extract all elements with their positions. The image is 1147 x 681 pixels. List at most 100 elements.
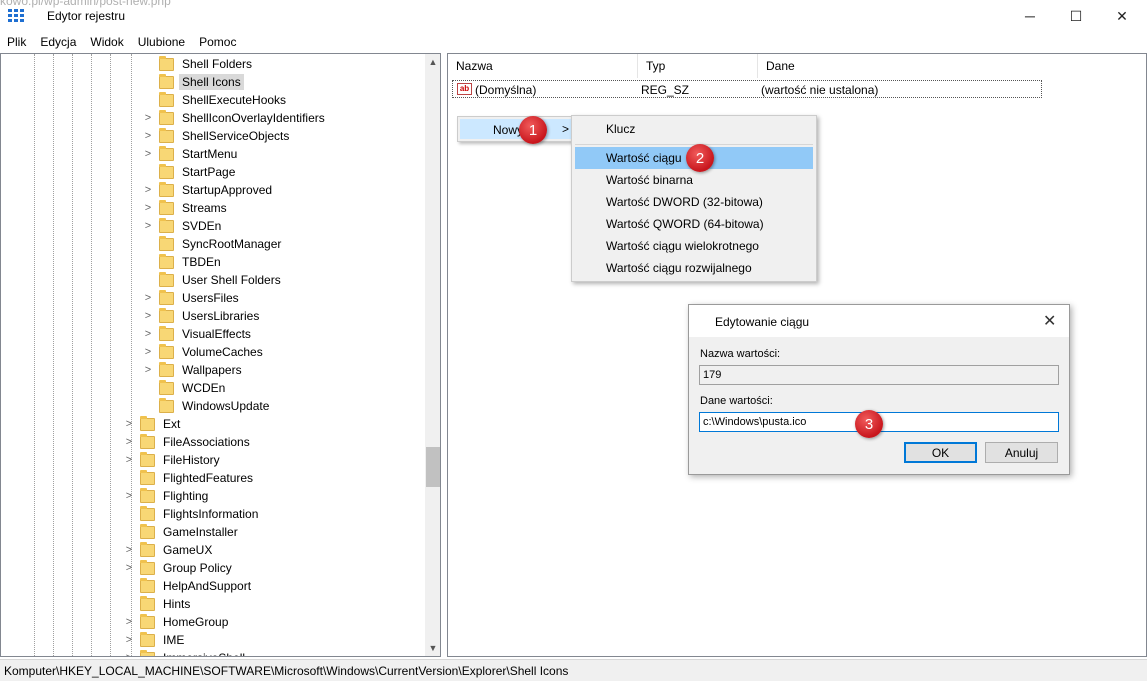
tree-node[interactable]: TBDEn xyxy=(143,253,224,271)
tree-node[interactable]: > VolumeCaches xyxy=(143,343,266,361)
expand-chevron-icon[interactable]: > xyxy=(143,148,153,160)
menu-ulubione[interactable]: Ulubione xyxy=(131,35,192,49)
expand-chevron-icon[interactable]: > xyxy=(124,544,134,556)
tree-node[interactable]: > HomeGroup xyxy=(124,613,231,631)
value-name-label: Nazwa wartości: xyxy=(700,348,781,360)
expand-chevron-icon[interactable]: > xyxy=(124,616,134,628)
folder-icon xyxy=(140,649,155,656)
folder-icon xyxy=(140,523,155,539)
folder-icon xyxy=(140,469,155,485)
tree-node[interactable]: > Flighting xyxy=(124,487,211,505)
new-submenu: Klucz Wartość ciągu Wartość binarna Wart… xyxy=(571,115,817,282)
tree-node[interactable]: User Shell Folders xyxy=(143,271,284,289)
column-header-type[interactable]: Typ xyxy=(638,54,758,78)
tree-node[interactable]: HelpAndSupport xyxy=(124,577,254,595)
value-row[interactable]: ab (Domyślna) REG_SZ (wartość nie ustalo… xyxy=(452,80,1042,98)
tree-node[interactable]: > StartupApproved xyxy=(143,181,275,199)
expand-chevron-icon[interactable]: > xyxy=(124,418,134,430)
step-badge-3: 3 xyxy=(855,410,883,438)
menu-pomoc[interactable]: Pomoc xyxy=(192,35,243,49)
submenu-item-expandable-string-value[interactable]: Wartość ciągu rozwijalnego xyxy=(575,257,813,279)
tree-node[interactable]: > StartMenu xyxy=(143,145,240,163)
cancel-button[interactable]: Anuluj xyxy=(985,442,1058,463)
tree-node[interactable]: Shell Icons xyxy=(143,73,244,91)
tree-node-label: Group Policy xyxy=(163,561,232,575)
tree-node[interactable]: FlightedFeatures xyxy=(124,469,256,487)
context-item-new[interactable]: Nowy > xyxy=(460,119,574,139)
tree-node[interactable]: GameInstaller xyxy=(124,523,241,541)
expand-chevron-icon[interactable]: > xyxy=(143,130,153,142)
tree-node[interactable]: > FileHistory xyxy=(124,451,223,469)
status-bar: Komputer\HKEY_LOCAL_MACHINE\SOFTWARE\Mic… xyxy=(0,659,1147,681)
menu-widok[interactable]: Widok xyxy=(83,35,130,49)
expand-chevron-icon[interactable]: > xyxy=(124,454,134,466)
column-header-data[interactable]: Dane xyxy=(758,54,1058,78)
tree-node-label: UsersLibraries xyxy=(182,309,260,323)
menu-plik[interactable]: Plik xyxy=(0,35,33,49)
tree-node[interactable]: > VisualEffects xyxy=(143,325,254,343)
tree-node[interactable]: > ShellIconOverlayIdentifiers xyxy=(143,109,328,127)
tree-node[interactable]: > GameUX xyxy=(124,541,215,559)
expand-chevron-icon[interactable]: > xyxy=(143,220,153,232)
tree-node[interactable]: > Ext xyxy=(124,415,183,433)
expand-chevron-icon[interactable]: > xyxy=(124,562,134,574)
expand-chevron-icon[interactable]: > xyxy=(143,112,153,124)
scroll-up-icon[interactable]: ▲ xyxy=(425,54,440,70)
expand-chevron-icon[interactable]: > xyxy=(143,346,153,358)
folder-icon xyxy=(140,505,155,521)
tree-node[interactable]: WCDEn xyxy=(143,379,228,397)
tree-node[interactable]: > UsersFiles xyxy=(143,289,242,307)
close-button[interactable]: ✕ xyxy=(1099,0,1145,32)
submenu-item-key[interactable]: Klucz xyxy=(575,118,813,140)
tree-node[interactable]: SyncRootManager xyxy=(143,235,284,253)
tree-node[interactable]: Hints xyxy=(124,595,193,613)
scroll-thumb[interactable] xyxy=(426,447,440,487)
tree-node-label: Streams xyxy=(182,201,227,215)
tree-node[interactable]: > ImmersiveShell xyxy=(124,649,248,656)
ok-button[interactable]: OK xyxy=(904,442,977,463)
folder-icon xyxy=(140,415,155,431)
value-name: (Domyślna) xyxy=(475,83,537,97)
tree-node[interactable]: > IME xyxy=(124,631,187,649)
value-name-field[interactable]: 179 xyxy=(699,365,1059,385)
tree-node[interactable]: WindowsUpdate xyxy=(143,397,272,415)
registry-tree[interactable]: Shell Folders Shell Icons ShellExecuteHook… xyxy=(0,53,441,657)
tree-node[interactable]: > Group Policy xyxy=(124,559,235,577)
tree-node[interactable]: > SVDEn xyxy=(143,217,224,235)
expand-chevron-icon[interactable]: > xyxy=(124,634,134,646)
maximize-button[interactable]: ☐ xyxy=(1053,0,1099,32)
expand-chevron-icon[interactable]: > xyxy=(124,436,134,448)
tree-node[interactable]: > ShellServiceObjects xyxy=(143,127,292,145)
scroll-down-icon[interactable]: ▼ xyxy=(425,640,440,656)
tree-node[interactable]: > UsersLibraries xyxy=(143,307,262,325)
tree-node-label: SyncRootManager xyxy=(182,237,282,251)
tree-node[interactable]: > Wallpapers xyxy=(143,361,245,379)
expand-chevron-icon[interactable]: > xyxy=(143,184,153,196)
submenu-item-multi-string-value[interactable]: Wartość ciągu wielokrotnego xyxy=(575,235,813,257)
expand-chevron-icon[interactable]: > xyxy=(143,292,153,304)
tree-node[interactable]: > Streams xyxy=(143,199,230,217)
menu-edycja[interactable]: Edycja xyxy=(33,35,83,49)
expand-chevron-icon[interactable]: > xyxy=(143,202,153,214)
submenu-item-dword-value[interactable]: Wartość DWORD (32-bitowa) xyxy=(575,191,813,213)
tree-node[interactable]: > FileAssociations xyxy=(124,433,253,451)
submenu-item-qword-value[interactable]: Wartość QWORD (64-bitowa) xyxy=(575,213,813,235)
dialog-close-icon[interactable]: ✕ xyxy=(1043,311,1056,331)
dialog-title-bar: Edytowanie ciągu ✕ xyxy=(689,305,1069,337)
folder-icon xyxy=(159,127,174,143)
tree-node[interactable]: StartPage xyxy=(143,163,238,181)
tree-node[interactable]: ShellExecuteHooks xyxy=(143,91,289,109)
tree-scrollbar[interactable]: ▲ ▼ xyxy=(425,54,440,656)
column-header-name[interactable]: Nazwa xyxy=(448,54,638,78)
tree-node[interactable]: Shell Folders xyxy=(143,55,255,73)
submenu-item-binary-value[interactable]: Wartość binarna xyxy=(575,169,813,191)
expand-chevron-icon[interactable]: > xyxy=(124,652,134,656)
expand-chevron-icon[interactable]: > xyxy=(143,310,153,322)
expand-chevron-icon[interactable]: > xyxy=(124,490,134,502)
expand-chevron-icon[interactable]: > xyxy=(143,364,153,376)
step-badge-2: 2 xyxy=(686,144,714,172)
minimize-button[interactable]: ─ xyxy=(1007,0,1053,32)
tree-node-label: TBDEn xyxy=(182,255,221,269)
expand-chevron-icon[interactable]: > xyxy=(143,328,153,340)
tree-node[interactable]: FlightsInformation xyxy=(124,505,261,523)
